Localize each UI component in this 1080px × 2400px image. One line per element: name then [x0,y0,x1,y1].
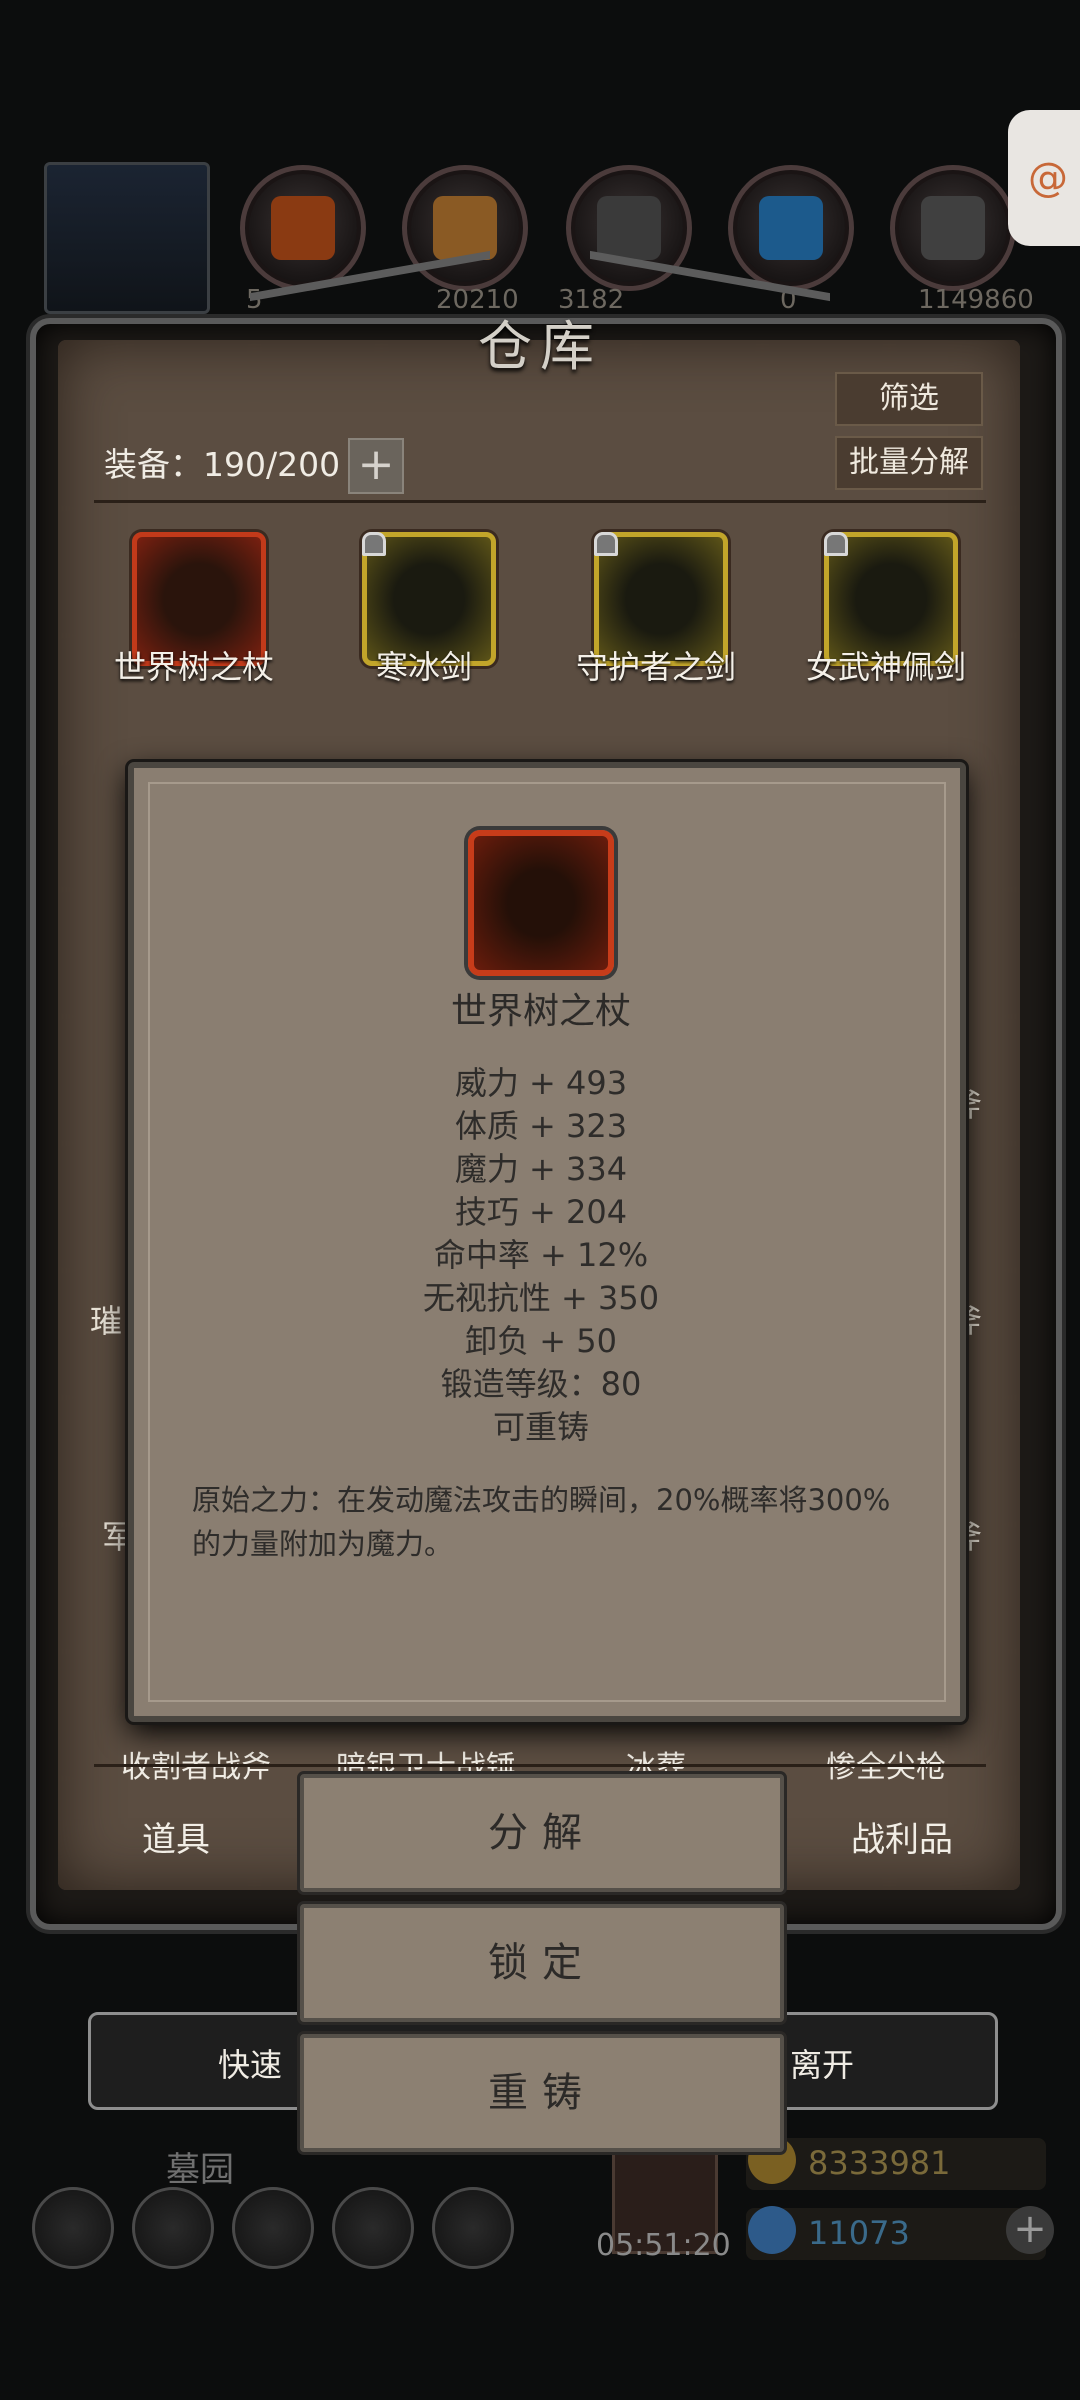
staff-icon [468,830,614,976]
stat-line: 技巧 + 204 [454,1193,628,1231]
stat-line: 可重铸 [492,1408,589,1446]
stat-line: 锻造等级：80 [440,1365,642,1403]
item-description: 原始之力：在发动魔法攻击的瞬间，20%概率将300%的力量附加为魔力。 [192,1483,891,1561]
tooltip-item-name: 世界树之杖 [450,991,631,1032]
reforge-button[interactable]: 重铸 [300,2034,784,2152]
stat-line: 魔力 + 334 [454,1150,628,1188]
lock-button[interactable]: 锁定 [300,1904,784,2022]
decompose-button[interactable]: 分解 [300,1774,784,1892]
stat-line: 体质 + 323 [454,1107,628,1145]
stat-line: 卸负 + 50 [465,1322,617,1360]
stat-line: 威力 + 493 [454,1064,628,1102]
stat-line: 命中率 + 12% [433,1236,649,1274]
stat-line: 无视抗性 + 350 [422,1279,660,1317]
